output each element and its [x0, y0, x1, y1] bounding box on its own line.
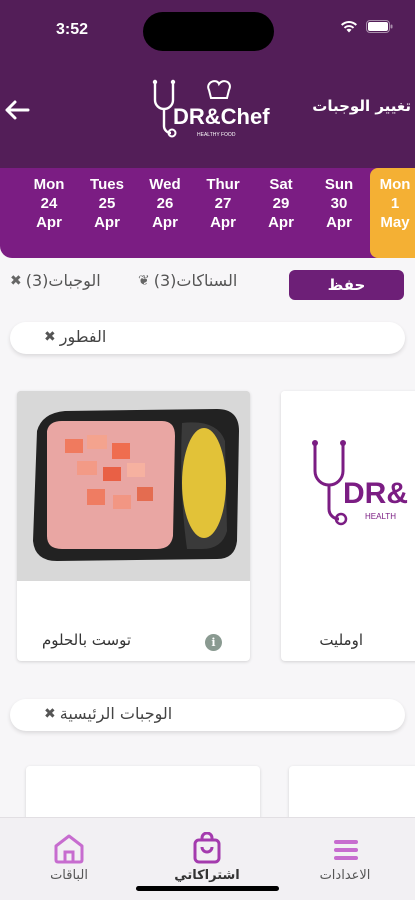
- date-month: Apr: [268, 214, 294, 231]
- fork-knife-icon: ✖: [44, 705, 56, 722]
- fork-knife-icon: ✖: [10, 272, 22, 289]
- date-month: Apr: [152, 214, 178, 231]
- date-day: Sun: [324, 176, 354, 193]
- drchef-logo: DR&Chef HEALTHY FOOD: [152, 79, 270, 138]
- date-item[interactable]: Mon 24 Apr: [20, 168, 78, 258]
- meal-card-omelette[interactable]: DR& HEALTH اومليت: [281, 391, 415, 661]
- date-month: May: [380, 214, 410, 231]
- change-meals-title: تغيير الوجبات: [312, 97, 411, 115]
- date-num: 25: [98, 195, 116, 212]
- meal-card-halloumi-toast[interactable]: توست بالحلوم i: [17, 391, 250, 661]
- svg-text:DR&: DR&: [343, 477, 408, 510]
- save-button[interactable]: حفظ: [289, 270, 404, 300]
- date-item[interactable]: Tues 25 Apr: [78, 168, 136, 258]
- tab-subscriptions-label: اشتراكاتي: [174, 868, 240, 883]
- app-header: 3:52 DR&Chef HEALTHY FOOD تغيير الوجبات: [0, 0, 415, 168]
- date-item[interactable]: Mon 1 May: [370, 168, 415, 258]
- date-item[interactable]: Thur 27 Apr: [194, 168, 252, 258]
- status-time: 3:52: [56, 21, 89, 38]
- date-day: Mon: [379, 176, 411, 193]
- wifi-icon: [341, 21, 357, 33]
- tab-settings-label: الاعدادات: [319, 868, 371, 883]
- logo-text: DR&Chef: [173, 104, 270, 129]
- meals-filter[interactable]: الوجبات(3) ✖: [10, 271, 101, 290]
- date-item[interactable]: Wed 26 Apr: [136, 168, 194, 258]
- status-icons: [340, 20, 393, 33]
- meals-filter-label: الوجبات(3): [25, 271, 101, 290]
- main-meals-label: الوجبات الرئيسية: [59, 704, 173, 723]
- breakfast-label: الفطور: [59, 327, 107, 346]
- date-month: Apr: [210, 214, 236, 231]
- logo-placeholder-image: DR& HEALTH: [281, 391, 415, 581]
- shopping-bag-icon: [193, 832, 221, 864]
- meal-name: اومليت: [319, 631, 363, 649]
- date-day: Tues: [90, 176, 124, 193]
- dynamic-island: [143, 12, 274, 51]
- date-num: 24: [40, 195, 58, 212]
- home-indicator: [136, 886, 279, 891]
- date-day: Sat: [269, 176, 293, 193]
- date-day: Mon: [33, 176, 65, 193]
- fork-knife-icon: ✖: [44, 328, 56, 345]
- date-num: 26: [156, 195, 174, 212]
- date-item[interactable]: Sun 30 Apr: [310, 168, 368, 258]
- date-month: Apr: [326, 214, 352, 231]
- date-day: Thur: [206, 176, 240, 193]
- date-day: Wed: [149, 176, 181, 193]
- status-bar: 3:52: [0, 0, 415, 56]
- snacks-filter-label: السناكات(3): [153, 271, 238, 290]
- date-num: 30: [330, 195, 348, 212]
- date-month: Apr: [94, 214, 120, 231]
- date-num: 1: [390, 195, 400, 212]
- battery-icon: [366, 20, 393, 33]
- home-icon: [54, 834, 84, 864]
- tab-packages[interactable]: الباقات: [14, 818, 124, 900]
- tab-packages-label: الباقات: [50, 868, 88, 883]
- date-num: 27: [214, 195, 232, 212]
- date-num: 29: [272, 195, 290, 212]
- carrot-icon: ❦: [138, 272, 150, 289]
- date-strip[interactable]: Mon 24 Apr Tues 25 Apr Wed 26 Apr Thur 27 Apr Sat 29 A…: [0, 168, 415, 258]
- date-month: Apr: [36, 214, 62, 231]
- date-item[interactable]: Sat 29 Apr: [252, 168, 310, 258]
- back-arrow-icon[interactable]: [2, 95, 32, 125]
- meal-photo: [17, 391, 250, 581]
- logo-tagline: HEALTHY FOOD: [197, 132, 236, 138]
- filter-row: حفظ السناكات(3) ❦ الوجبات(3) ✖: [0, 264, 415, 304]
- tab-settings[interactable]: الاعدادات: [290, 818, 400, 900]
- info-icon[interactable]: i: [205, 634, 222, 651]
- svg-text:HEALTH: HEALTH: [365, 512, 396, 521]
- breakfast-section-title: الفطور ✖: [44, 327, 106, 346]
- snacks-filter[interactable]: السناكات(3) ❦: [138, 271, 237, 290]
- main-meals-section-title: الوجبات الرئيسية ✖: [44, 704, 172, 723]
- meal-name: توست بالحلوم: [42, 631, 131, 649]
- menu-icon: [334, 840, 358, 860]
